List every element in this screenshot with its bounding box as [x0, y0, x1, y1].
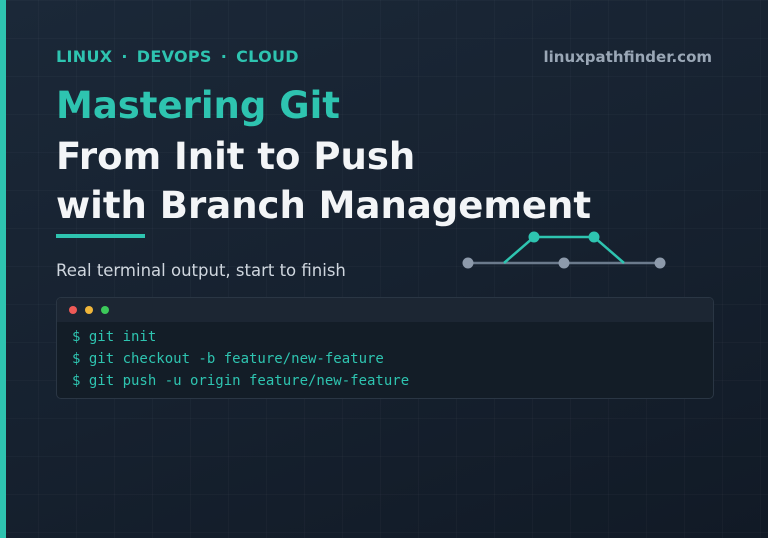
tag-separator: · [220, 47, 228, 66]
title-line-3: with Branch Management [56, 184, 592, 227]
close-dot-icon [69, 306, 77, 314]
terminal-body: $ git init $ git checkout -b feature/new… [57, 322, 713, 392]
title-underline [56, 234, 145, 238]
feature-commit-dot [588, 231, 600, 243]
tag-cloud: CLOUD [236, 47, 299, 66]
title-line-1: Mastering Git [56, 84, 340, 127]
terminal-line: $ git push -u origin feature/new-feature [72, 373, 410, 389]
subtitle: Real terminal output, start to finish [56, 261, 346, 280]
site-url: linuxpathfinder.com [543, 48, 712, 66]
tag-separator: · [121, 47, 128, 66]
main-commit-dot [558, 257, 570, 269]
terminal-titlebar [57, 298, 713, 322]
left-accent-bar [0, 0, 6, 538]
title-line-2: From Init to Push [56, 135, 416, 178]
git-branch-graph-icon [462, 231, 666, 269]
banner-card: LINUX · DEVOPS · CLOUD linuxpathfinder.c… [0, 0, 768, 538]
maximize-dot-icon [101, 306, 109, 314]
feature-commit-dot [528, 231, 540, 243]
main-commit-dot [654, 257, 666, 269]
terminal-line: $ git init [72, 329, 157, 345]
main-commit-dot [462, 257, 474, 269]
tag-devops: DEVOPS [136, 47, 212, 66]
tag-linux: LINUX [56, 47, 113, 66]
terminal-line: $ git checkout -b feature/new-feature [72, 351, 384, 367]
terminal-window: $ git init $ git checkout -b feature/new… [56, 297, 714, 399]
category-tags: LINUX · DEVOPS · CLOUD [56, 47, 299, 66]
minimize-dot-icon [85, 306, 93, 314]
